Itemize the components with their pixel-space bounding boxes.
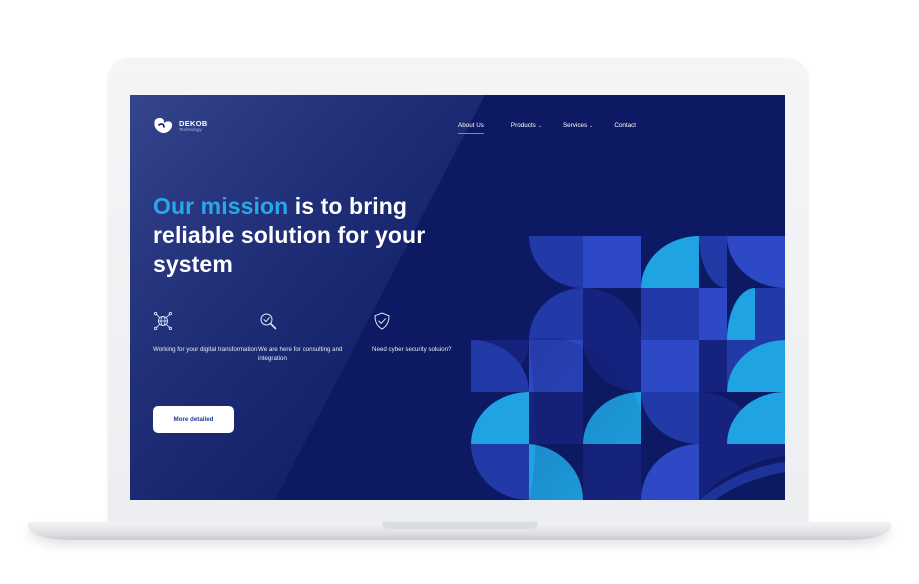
chevron-down-icon: ⌄ bbox=[537, 123, 542, 129]
nav-item-label: Products bbox=[510, 122, 536, 129]
shield-check-icon bbox=[374, 312, 390, 330]
nav-item-label: About Us bbox=[458, 122, 484, 129]
feature-consulting: We are here for consulting and integrati… bbox=[258, 311, 363, 363]
search-check-icon bbox=[260, 313, 277, 330]
nav-item-label: Services bbox=[562, 122, 588, 129]
chevron-down-icon: ⌄ bbox=[589, 123, 594, 129]
feature-text: Need cyber security soluion? bbox=[372, 346, 452, 353]
feature-digital-transformation: Working for your digital transformation bbox=[153, 311, 258, 354]
nav-item-products[interactable]: Products ⌄ bbox=[511, 122, 542, 129]
feature-text: Working for your digital transformation bbox=[153, 346, 258, 353]
hero-title-accent: Our mission bbox=[153, 193, 289, 219]
laptop-notch bbox=[382, 522, 538, 529]
nav-item-services[interactable]: Services ⌄ bbox=[563, 122, 593, 129]
globe-network-icon bbox=[153, 311, 173, 331]
more-detailed-button[interactable]: More detailed bbox=[153, 406, 234, 433]
feature-cyber-security: Need cyber security soluion? bbox=[372, 311, 477, 354]
nav-item-contact[interactable]: Contact bbox=[614, 122, 636, 129]
brand-logo[interactable]: DEKOB Technology bbox=[152, 117, 208, 135]
nav-item-label: Contact bbox=[614, 122, 637, 129]
nav-item-about-us[interactable]: About Us bbox=[458, 122, 484, 134]
website-screen: DEKOB Technology About Us Products ⌄ Serv… bbox=[130, 95, 785, 500]
feature-text: We are here for consulting and integrati… bbox=[258, 346, 343, 362]
hero-title: Our mission is to bring reliable solutio… bbox=[153, 192, 453, 279]
main-nav: About Us Products ⌄ Services ⌄ Contact bbox=[458, 122, 636, 134]
dekob-logo-icon bbox=[154, 117, 173, 134]
brand-tagline: Technology bbox=[179, 127, 202, 132]
geometric-pattern-illustration bbox=[471, 236, 785, 500]
brand-name: DEKOB bbox=[179, 118, 208, 128]
